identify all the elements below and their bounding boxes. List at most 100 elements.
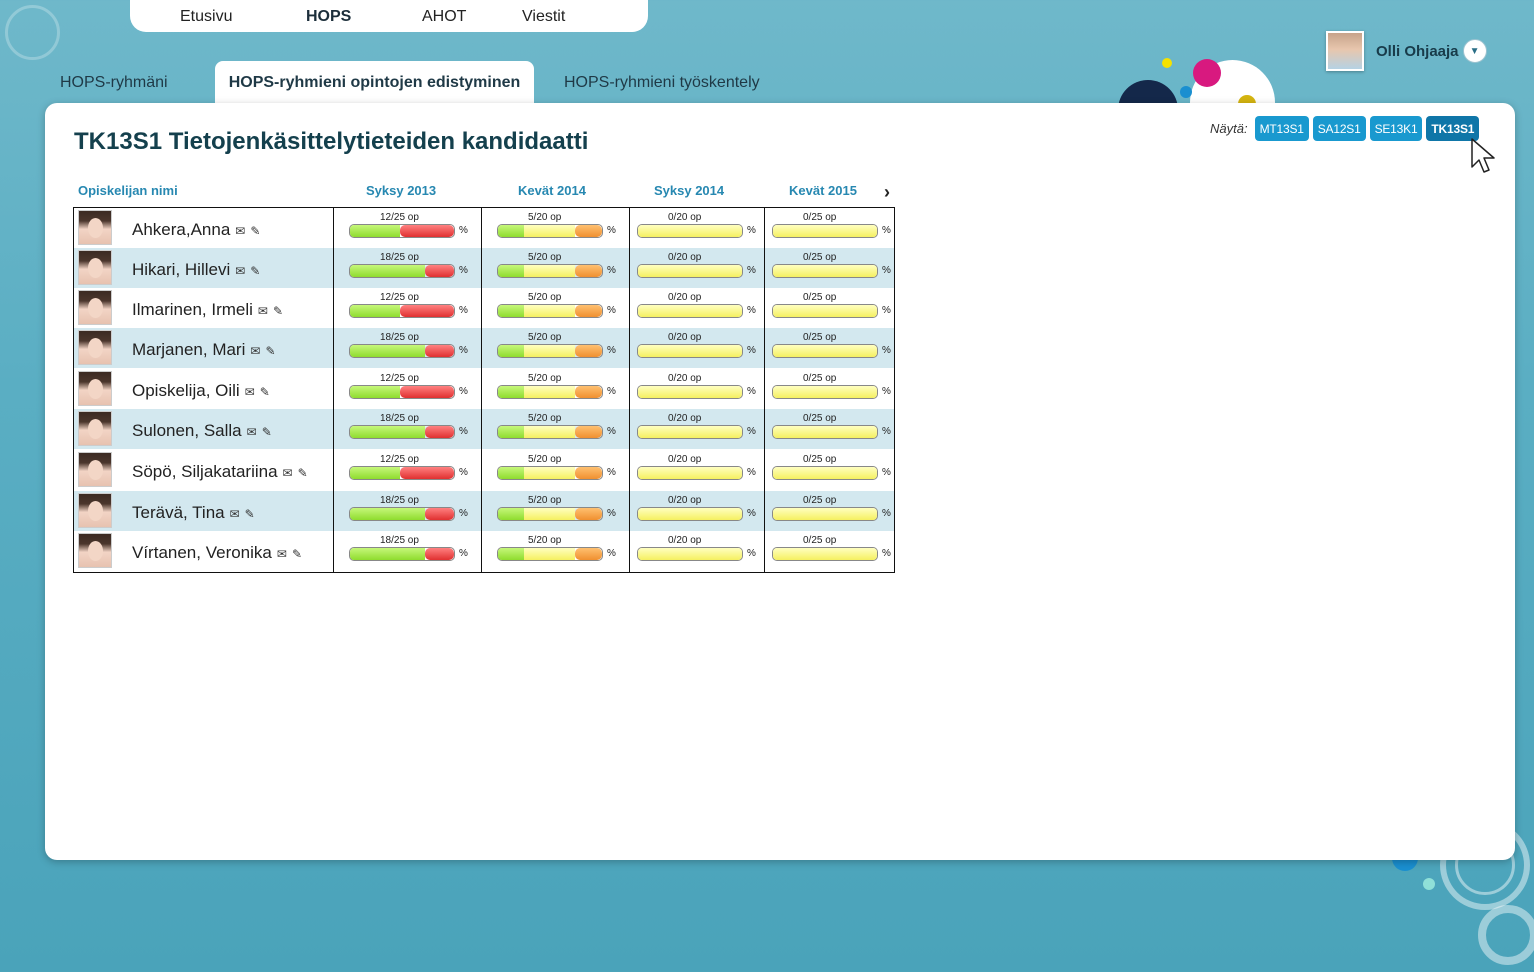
group-button-mt13s1[interactable]: MT13S1 xyxy=(1254,116,1309,141)
progress-cell: 0/20 op% xyxy=(629,288,764,328)
tab-hops-ryhmani[interactable]: HOPS-ryhmäni xyxy=(60,74,168,92)
percent-label: % xyxy=(607,548,616,559)
progress-completed xyxy=(350,426,425,438)
student-name[interactable]: Ahkera,Anna xyxy=(132,220,230,239)
progress-cell: 0/20 op% xyxy=(629,248,764,288)
percent-label: % xyxy=(882,508,891,519)
mail-icon[interactable]: ✉ xyxy=(250,344,260,358)
mail-icon[interactable]: ✉ xyxy=(235,224,245,238)
progress-cell: 5/20 op% xyxy=(481,409,629,449)
progress-bar xyxy=(349,304,455,318)
progress-completed xyxy=(350,345,425,357)
progress-completed xyxy=(498,265,524,277)
student-name[interactable]: Marjanen, Mari xyxy=(132,340,245,359)
credit-label: 5/20 op xyxy=(528,495,562,506)
progress-bar xyxy=(349,385,455,399)
chevron-right-icon[interactable]: › xyxy=(884,182,890,203)
student-name[interactable]: Söpö, Siljakatariina xyxy=(132,462,278,481)
group-button-se13k1[interactable]: SE13K1 xyxy=(1369,116,1423,141)
progress-completed xyxy=(498,386,524,398)
percent-label: % xyxy=(747,305,756,316)
mail-icon[interactable]: ✉ xyxy=(283,466,293,480)
student-name[interactable]: Vírtanen, Veronika xyxy=(132,543,272,562)
background-decoration xyxy=(1193,59,1221,87)
progress-bar xyxy=(772,224,878,238)
mail-icon[interactable]: ✉ xyxy=(277,547,287,561)
student-avatar xyxy=(78,411,112,446)
nav-hops[interactable]: HOPS xyxy=(306,8,351,26)
progress-remaining xyxy=(424,345,454,357)
credit-label: 18/25 op xyxy=(380,332,419,343)
nav-ahot[interactable]: AHOT xyxy=(422,8,466,26)
chevron-down-icon[interactable]: ▼ xyxy=(1462,39,1487,63)
student-name[interactable]: Hikari, Hillevi xyxy=(132,260,230,279)
progress-remaining xyxy=(524,467,575,479)
progress-cell: 18/25 op% xyxy=(333,328,481,368)
mail-icon[interactable]: ✉ xyxy=(235,264,245,278)
progress-bar xyxy=(637,224,743,238)
progress-remaining xyxy=(574,345,602,357)
mail-icon[interactable]: ✉ xyxy=(245,385,255,399)
progress-remaining xyxy=(574,467,602,479)
progress-bar xyxy=(349,425,455,439)
credit-label: 5/20 op xyxy=(528,454,562,465)
progress-cell: 12/25 op% xyxy=(333,450,481,490)
credit-label: 12/25 op xyxy=(380,212,419,223)
mail-icon[interactable]: ✉ xyxy=(230,507,240,521)
progress-bar xyxy=(772,425,878,439)
tab-tyoskentely[interactable]: HOPS-ryhmieni työskentely xyxy=(564,74,760,92)
pencil-icon[interactable]: ✎ xyxy=(265,344,275,358)
progress-bar xyxy=(772,344,878,358)
progress-remaining xyxy=(524,225,575,237)
pencil-icon[interactable]: ✎ xyxy=(273,304,283,318)
progress-remaining xyxy=(773,508,877,520)
mail-icon[interactable]: ✉ xyxy=(258,304,268,318)
progress-remaining xyxy=(424,548,454,560)
pencil-icon[interactable]: ✎ xyxy=(250,264,260,278)
progress-remaining xyxy=(773,225,877,237)
progress-remaining xyxy=(574,265,602,277)
progress-bar xyxy=(637,344,743,358)
pencil-icon[interactable]: ✎ xyxy=(245,507,255,521)
progress-remaining xyxy=(424,508,454,520)
student-name[interactable]: Opiskelija, Oili xyxy=(132,381,240,400)
pencil-icon[interactable]: ✎ xyxy=(250,224,260,238)
pencil-icon[interactable]: ✎ xyxy=(260,385,270,399)
progress-bar xyxy=(637,425,743,439)
table-row: Hikari, Hillevi ✉ ✎ 18/25 op% 5/20 op% 0/20 o… xyxy=(74,248,894,288)
percent-label: % xyxy=(459,426,468,437)
percent-label: % xyxy=(882,467,891,478)
nav-etusivu[interactable]: Etusivu xyxy=(180,8,232,26)
progress-bar xyxy=(497,466,603,480)
progress-remaining xyxy=(574,426,602,438)
student-name[interactable]: Sulonen, Salla xyxy=(132,421,242,440)
pencil-icon[interactable]: ✎ xyxy=(298,466,308,480)
user-menu: Olli Ohjaaja ▼ xyxy=(1326,31,1487,71)
progress-remaining xyxy=(574,225,602,237)
percent-label: % xyxy=(607,508,616,519)
mail-icon[interactable]: ✉ xyxy=(247,425,257,439)
progress-cell: 18/25 op% xyxy=(333,409,481,449)
pencil-icon[interactable]: ✎ xyxy=(292,547,302,561)
group-button-sa12s1[interactable]: SA12S1 xyxy=(1312,116,1366,141)
progress-cell: 5/20 op% xyxy=(481,531,629,571)
student-name[interactable]: Ilmarinen, Irmeli xyxy=(132,300,253,319)
nav-viestit[interactable]: Viestit xyxy=(522,8,565,26)
student-name[interactable]: Terävä, Tina xyxy=(132,503,225,522)
percent-label: % xyxy=(747,467,756,478)
progress-remaining xyxy=(638,345,742,357)
column-divider xyxy=(333,208,334,572)
progress-cell: 18/25 op% xyxy=(333,491,481,531)
credit-label: 0/25 op xyxy=(803,495,837,506)
progress-cell: 5/20 op% xyxy=(481,328,629,368)
credit-label: 5/20 op xyxy=(528,332,562,343)
progress-completed xyxy=(498,467,524,479)
progress-bar xyxy=(497,304,603,318)
progress-bar xyxy=(497,344,603,358)
student-name-cell: Hikari, Hillevi ✉ ✎ xyxy=(132,260,260,280)
percent-label: % xyxy=(607,426,616,437)
tab-opintojen-edistyminen[interactable]: HOPS-ryhmieni opintojen edistyminen xyxy=(215,61,534,105)
pencil-icon[interactable]: ✎ xyxy=(262,425,272,439)
credit-label: 0/20 op xyxy=(668,252,702,263)
progress-bar xyxy=(772,385,878,399)
